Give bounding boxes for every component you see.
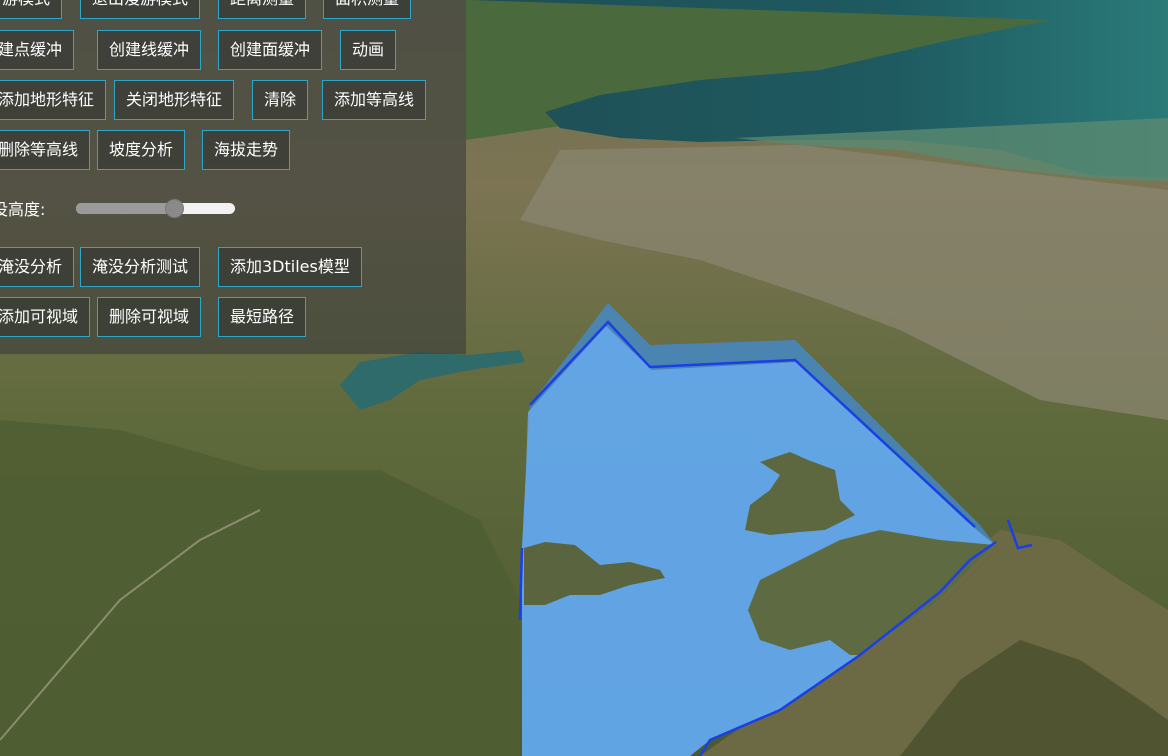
roam-mode-button[interactable]: 游模式 bbox=[0, 0, 63, 19]
add-terrain-feature-button[interactable]: 添加地形特征 bbox=[0, 80, 107, 120]
distance-measure-button[interactable]: 距离测量 bbox=[218, 0, 307, 19]
area-measure-button[interactable]: 面积测量 bbox=[323, 0, 412, 19]
delete-contour-button[interactable]: 删除等高线 bbox=[0, 130, 91, 170]
toolbar-panel: 游模式 退出漫游模式 距离测量 面积测量 建点缓冲 创建线缓冲 创建面缓冲 动画… bbox=[0, 0, 466, 354]
slope-analysis-button[interactable]: 坡度分析 bbox=[97, 130, 186, 170]
exit-roam-mode-button[interactable]: 退出漫游模式 bbox=[80, 0, 201, 19]
flood-analysis-button[interactable]: 淹没分析 bbox=[0, 247, 75, 287]
flood-height-label: 没高度: bbox=[0, 200, 46, 219]
elevation-trend-button[interactable]: 海拔走势 bbox=[202, 130, 291, 170]
point-buffer-button[interactable]: 建点缓冲 bbox=[0, 30, 75, 70]
animation-button[interactable]: 动画 bbox=[340, 30, 397, 70]
add-3dtiles-model-button[interactable]: 添加3Dtiles模型 bbox=[218, 247, 362, 287]
flood-height-slider-thumb[interactable] bbox=[165, 199, 185, 218]
clear-button[interactable]: 清除 bbox=[252, 80, 309, 120]
flood-analysis-test-button[interactable]: 淹没分析测试 bbox=[80, 247, 201, 287]
delete-viewshed-button[interactable]: 删除可视域 bbox=[97, 297, 202, 337]
line-buffer-button[interactable]: 创建线缓冲 bbox=[97, 30, 202, 70]
add-viewshed-button[interactable]: 添加可视域 bbox=[0, 297, 91, 337]
flood-height-slider[interactable] bbox=[76, 203, 235, 214]
add-contour-button[interactable]: 添加等高线 bbox=[322, 80, 427, 120]
shortest-path-button[interactable]: 最短路径 bbox=[218, 297, 307, 337]
close-terrain-feature-button[interactable]: 关闭地形特征 bbox=[114, 80, 235, 120]
polygon-buffer-button[interactable]: 创建面缓冲 bbox=[218, 30, 323, 70]
flood-height-slider-fill bbox=[76, 203, 175, 214]
